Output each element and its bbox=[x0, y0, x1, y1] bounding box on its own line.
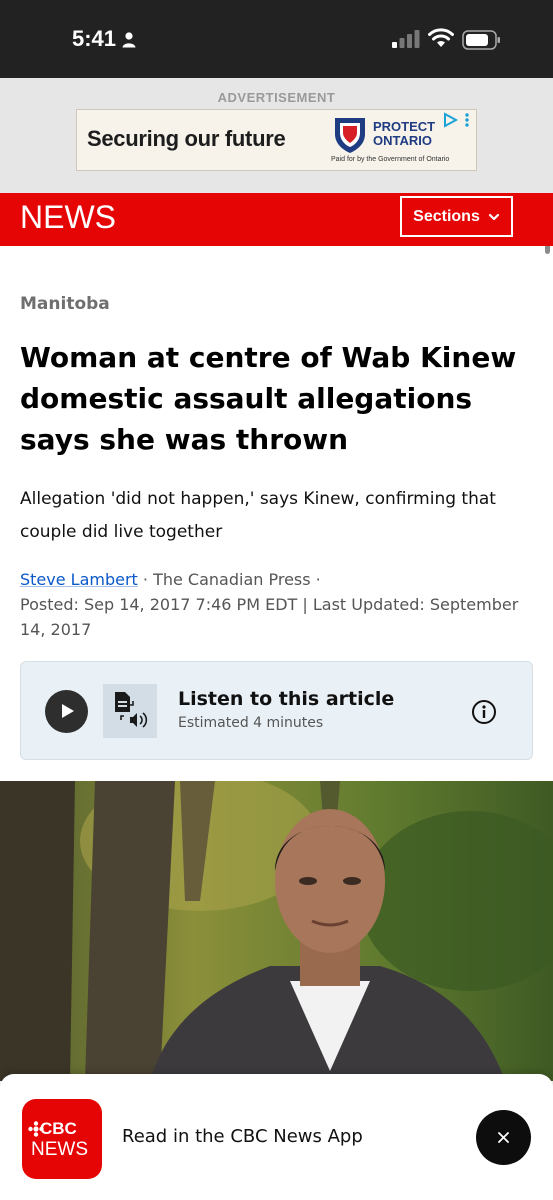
status-time: 5:41 bbox=[72, 26, 117, 51]
ad-paid-by: Paid for by the Government of Ontario bbox=[331, 156, 450, 163]
news-header: NEWS Sections bbox=[0, 193, 553, 246]
battery-icon bbox=[462, 30, 500, 50]
wifi-icon bbox=[428, 28, 454, 47]
photo-illustration bbox=[0, 781, 553, 1081]
close-button[interactable] bbox=[476, 1110, 531, 1165]
listen-widget: Listen to this article Estimated 4 minut… bbox=[20, 661, 533, 760]
article-deck: Allegation 'did not happen,' says Kinew,… bbox=[20, 489, 496, 542]
article-dates: Posted: Sep 14, 2017 7:46 PM EDT | Last … bbox=[20, 595, 519, 639]
listen-estimate: Estimated 4 minutes bbox=[178, 715, 324, 731]
cbc-news-app-icon[interactable]: CBC NEWS bbox=[22, 1099, 102, 1179]
app-icon-news-text: NEWS bbox=[31, 1139, 88, 1160]
app-banner: CBC NEWS Read in the CBC News App bbox=[0, 1074, 553, 1200]
ad-choices-icon[interactable] bbox=[441, 112, 473, 128]
ad-headline: Securing our future bbox=[87, 126, 286, 151]
news-logo[interactable]: NEWS bbox=[20, 199, 116, 236]
app-banner-text[interactable]: Read in the CBC News App bbox=[122, 1126, 363, 1147]
byline-source: · The Canadian Press · bbox=[137, 570, 321, 589]
ad-banner[interactable]: Securing our future PROTECT ONTARIO Paid… bbox=[76, 109, 477, 171]
info-icon[interactable] bbox=[471, 699, 497, 725]
author-link[interactable]: Steve Lambert bbox=[20, 570, 138, 589]
byline: Steve Lambert · The Canadian Press · Pos… bbox=[20, 567, 530, 642]
close-icon bbox=[498, 1132, 509, 1143]
play-icon bbox=[62, 704, 74, 718]
play-button[interactable] bbox=[45, 690, 88, 733]
ad-label: ADVERTISEMENT bbox=[217, 90, 336, 105]
listen-title: Listen to this article bbox=[178, 688, 395, 710]
article-headline: Woman at centre of Wab Kinew domestic as… bbox=[20, 341, 517, 456]
person-icon bbox=[122, 32, 136, 48]
article-photo[interactable] bbox=[0, 781, 553, 1081]
ad-brand-line2: ONTARIO bbox=[373, 133, 432, 148]
sections-label: Sections bbox=[413, 207, 480, 225]
ad-brand: PROTECT ONTARIO bbox=[373, 120, 435, 148]
status-bar: 5:41 bbox=[0, 0, 553, 78]
text-to-speech-icon bbox=[103, 684, 157, 738]
signal-icon bbox=[392, 30, 420, 48]
ad-brand-line1: PROTECT bbox=[373, 119, 436, 134]
sections-button[interactable]: Sections bbox=[400, 196, 513, 237]
protect-ontario-logo bbox=[335, 118, 365, 153]
ad-area: ADVERTISEMENT Securing our future PROTEC… bbox=[0, 78, 553, 254]
chevron-down-icon bbox=[488, 213, 499, 220]
app-icon-cbc-text: CBC bbox=[40, 1119, 77, 1138]
section-label[interactable]: Manitoba bbox=[20, 294, 110, 314]
